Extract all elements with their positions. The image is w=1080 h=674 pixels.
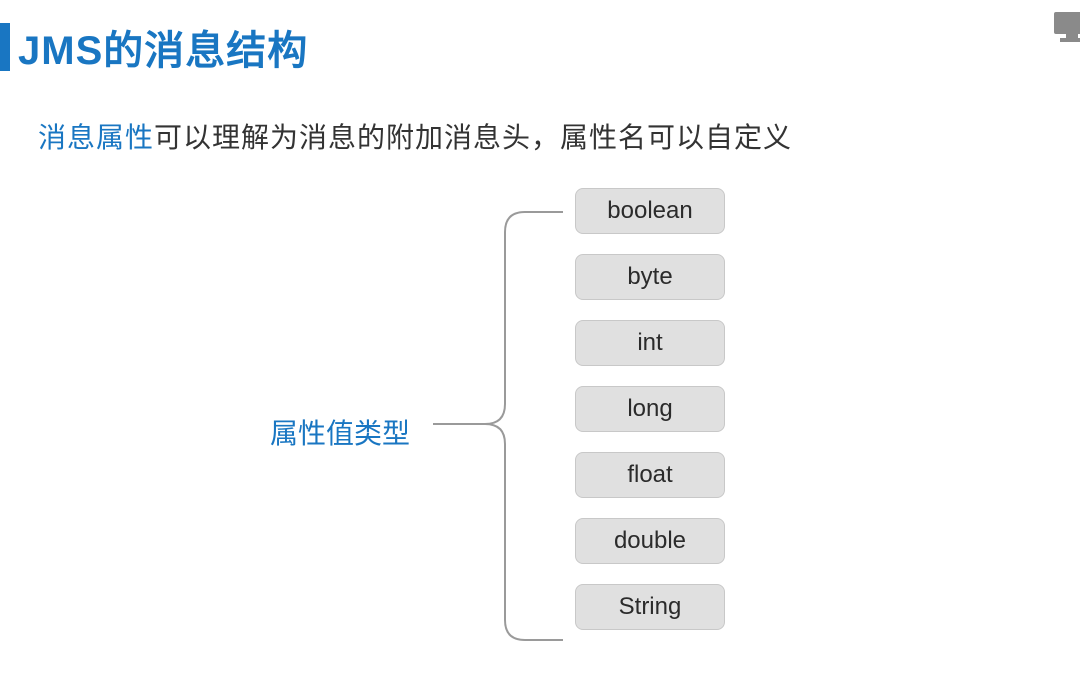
type-box: int xyxy=(575,320,725,366)
type-box: boolean xyxy=(575,188,725,234)
title-accent-bar xyxy=(0,23,10,71)
brace-icon xyxy=(425,194,565,654)
type-list: boolean byte int long float double Strin… xyxy=(575,188,725,630)
subtitle-rest: 可以理解为消息的附加消息头，属性名可以自定义 xyxy=(154,122,792,153)
title-bar: JMS的消息结构 xyxy=(0,0,1080,76)
diagram: 属性值类型 boolean byte int long float double… xyxy=(0,184,1080,664)
subtitle: 消息属性可以理解为消息的附加消息头，属性名可以自定义 xyxy=(38,116,1080,156)
type-box: float xyxy=(575,452,725,498)
monitor-icon xyxy=(1052,8,1080,44)
type-box: byte xyxy=(575,254,725,300)
type-box: double xyxy=(575,518,725,564)
type-box: String xyxy=(575,584,725,630)
subtitle-highlight: 消息属性 xyxy=(38,122,154,153)
center-label: 属性值类型 xyxy=(270,412,410,452)
type-box: long xyxy=(575,386,725,432)
page-title: JMS的消息结构 xyxy=(18,18,308,76)
